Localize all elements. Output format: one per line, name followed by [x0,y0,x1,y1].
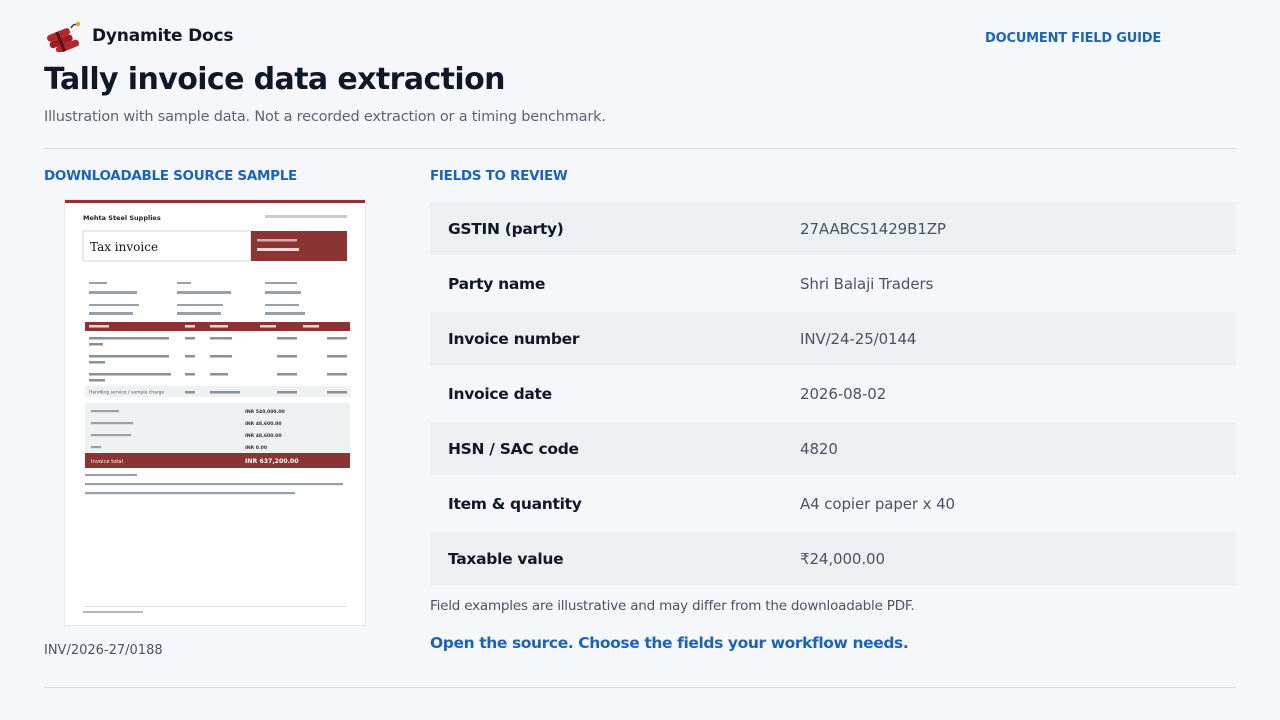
brand-name: Dynamite Docs [92,26,234,46]
page-subtitle: Illustration with sample data. Not a rec… [44,109,606,125]
fields-footnote: Field examples are illustrative and may … [430,598,915,614]
field-value: Shri Balaji Traders [800,274,934,293]
fields-list: GSTIN (party) 27AABCS1429B1ZP Party name… [430,202,1236,587]
doc-title: Tax invoice [90,240,158,254]
field-value: INV/24-25/0144 [800,329,917,348]
source-sample-heading: DOWNLOADABLE SOURCE SAMPLE [44,168,297,184]
field-value: 2026-08-02 [800,384,887,403]
open-source-link[interactable]: Open the source. Choose the fields your … [430,634,909,652]
field-label: HSN / SAC code [448,439,579,458]
field-row: HSN / SAC code 4820 [430,422,1236,475]
field-label: Taxable value [448,549,564,568]
field-label: Party name [448,274,546,293]
invoice-thumbnail[interactable]: Mehta Steel Supplies Tax invoice Handlin… [65,200,365,625]
page-title: Tally invoice data extraction [44,62,505,97]
doc-total-value: INR 637,200.00 [245,458,299,465]
field-value: 4820 [800,439,838,458]
field-value: 27AABCS1429B1ZP [800,219,946,238]
divider [44,687,1236,688]
field-value: ₹24,000.00 [800,549,885,568]
doc-company: Mehta Steel Supplies [83,214,161,222]
field-row: GSTIN (party) 27AABCS1429B1ZP [430,202,1236,255]
field-label: GSTIN (party) [448,219,564,238]
doc-subtotal-2: INR 48,600.00 [245,421,282,427]
doc-subtotal-4: INR 0.00 [245,445,267,451]
doc-total-label: Invoice total [91,459,123,465]
divider [44,148,1236,149]
field-label: Item & quantity [448,494,582,513]
field-label: Invoice date [448,384,552,403]
doc-subtotal-3: INR 48,600.00 [245,433,282,439]
field-label: Invoice number [448,329,580,348]
field-row: Invoice number INV/24-25/0144 [430,312,1236,365]
doc-line-item: Handling service / sample charge [89,390,164,396]
document-caption: INV/2026-27/0188 [44,643,163,658]
field-row: Party name Shri Balaji Traders [430,257,1236,310]
field-row: Invoice date 2026-08-02 [430,367,1236,420]
field-value: A4 copier paper x 40 [800,494,955,513]
brand[interactable]: Dynamite Docs [44,20,233,52]
invoice-thumbnail-image: Mehta Steel Supplies Tax invoice Handlin… [82,214,350,613]
doc-subtotal-1: INR 540,000.00 [245,409,285,415]
site-header: Dynamite Docs DOCUMENT FIELD GUIDE [44,20,1236,56]
fields-heading: FIELDS TO REVIEW [430,168,568,184]
document-field-guide-link[interactable]: DOCUMENT FIELD GUIDE [985,31,1161,46]
field-row: Taxable value ₹24,000.00 [430,532,1236,585]
field-row: Item & quantity A4 copier paper x 40 [430,477,1236,530]
dynamite-logo-icon [47,21,81,52]
